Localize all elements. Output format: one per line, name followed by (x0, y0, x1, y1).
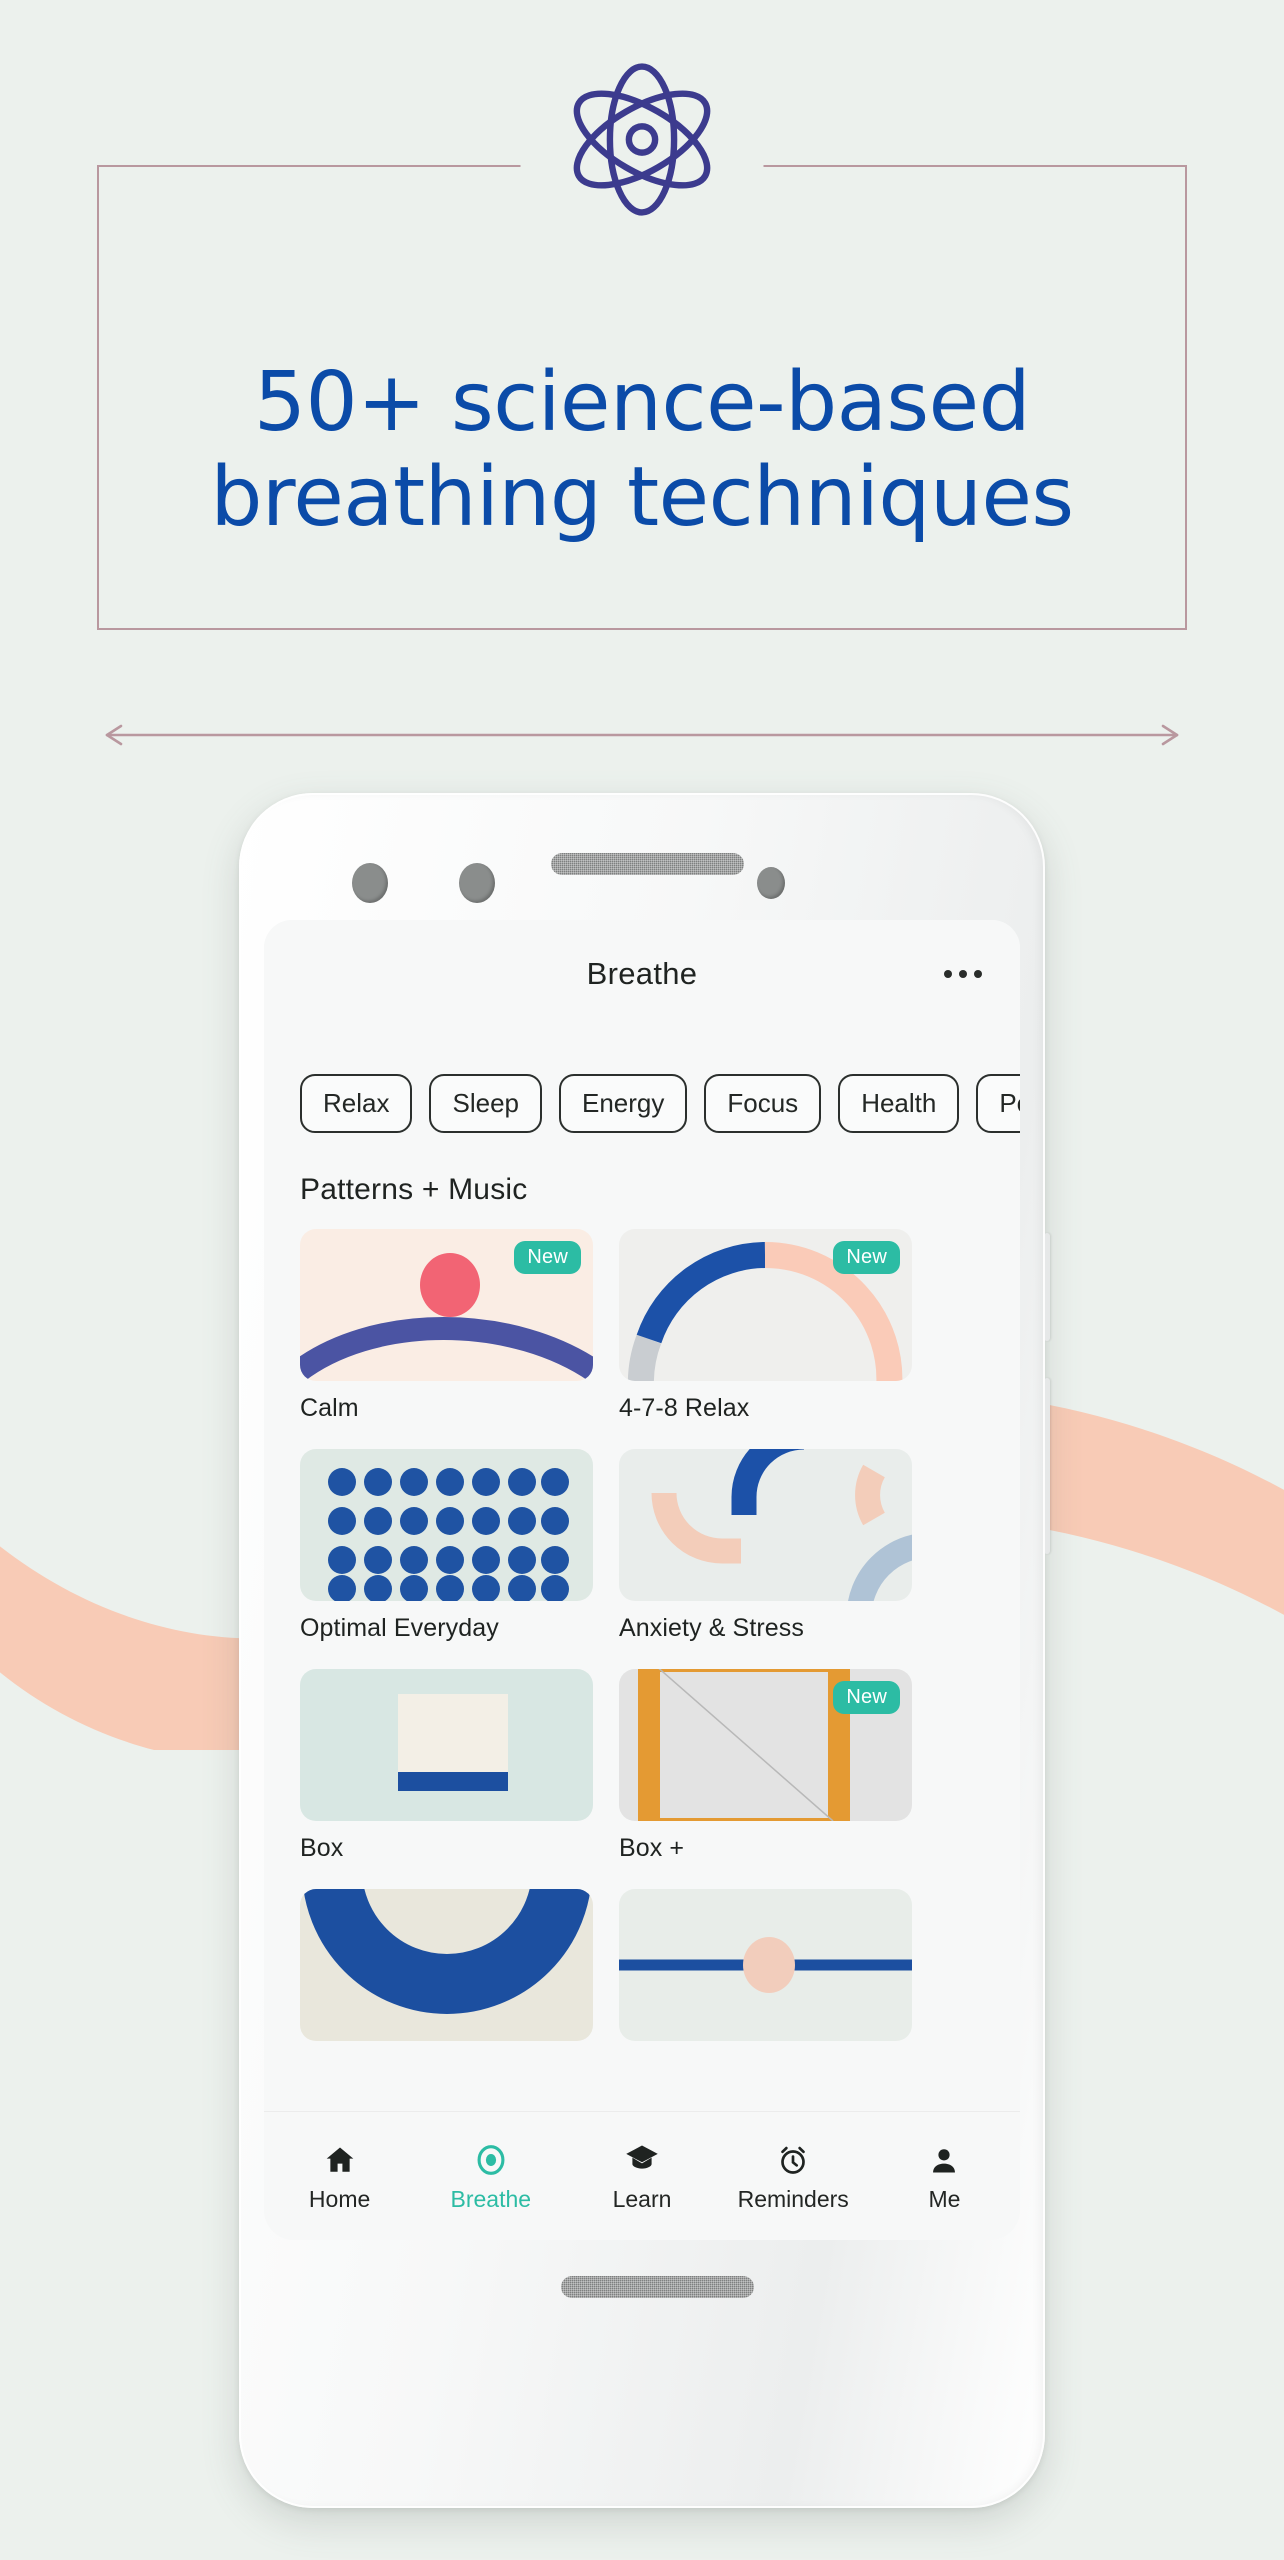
app-bar-title: Breathe (586, 956, 698, 991)
alarm-clock-icon (776, 2139, 810, 2177)
overflow-menu-icon[interactable] (944, 970, 982, 978)
phone-mockup: Breathe Relax Sleep Energy Focus Health … (239, 793, 1050, 2508)
earpiece-speaker (551, 853, 744, 875)
new-badge: New (833, 1681, 900, 1714)
card-thumbnail[interactable] (300, 1669, 593, 1821)
card-thumbnail[interactable] (619, 1889, 912, 2041)
card-optimal-everyday[interactable]: Optimal Everyday (300, 1449, 593, 1643)
section-title: Patterns + Music (300, 1173, 528, 1206)
card-line-dot[interactable] (619, 1889, 912, 2054)
chip-energy[interactable]: Energy (558, 1074, 688, 1133)
card-thumbnail[interactable]: New (300, 1229, 593, 1381)
tab-label: Reminders (737, 2186, 849, 2212)
double-arrow-rule (97, 722, 1187, 748)
chip-relax[interactable]: Relax (300, 1074, 413, 1133)
chip-sleep[interactable]: Sleep (429, 1074, 542, 1133)
card-u-arc[interactable] (300, 1889, 593, 2054)
card-label: 4-7-8 Relax (619, 1394, 750, 1422)
tab-reminders[interactable]: Reminders (718, 2139, 869, 2213)
card-box-plus[interactable]: New Box + (619, 1669, 912, 1863)
card-thumbnail[interactable]: New (619, 1229, 912, 1381)
home-icon (323, 2139, 357, 2177)
card-label: Box (300, 1834, 344, 1862)
atom-icon (520, 52, 764, 227)
tab-learn[interactable]: Learn (566, 2139, 717, 2213)
card-box[interactable]: Box (300, 1669, 593, 1863)
tab-label: Breathe (450, 2186, 532, 2212)
volume-button[interactable] (1044, 1378, 1050, 1554)
card-calm[interactable]: New Calm (300, 1229, 593, 1423)
content-scroll-area[interactable]: Relax Sleep Energy Focus Health Perf Pat… (264, 1028, 1020, 2111)
card-thumbnail[interactable] (300, 1449, 593, 1601)
tab-home[interactable]: Home (264, 2139, 415, 2213)
bottom-speaker (561, 2276, 754, 2298)
breathe-ring-icon (474, 2139, 508, 2177)
sensor-icon (459, 863, 495, 903)
tab-breathe[interactable]: Breathe (415, 2139, 566, 2213)
app-bar: Breathe (264, 920, 1020, 1028)
card-478-relax[interactable]: New 4-7-8 Relax (619, 1229, 912, 1423)
chip-performance[interactable]: Perf (976, 1074, 1020, 1133)
card-label: Calm (300, 1394, 359, 1422)
card-thumbnail[interactable] (300, 1889, 593, 2041)
chip-health[interactable]: Health (838, 1074, 960, 1133)
chip-focus[interactable]: Focus (704, 1074, 822, 1133)
card-label: Optimal Everyday (300, 1614, 499, 1642)
new-badge: New (833, 1241, 900, 1274)
page-title: 50+ science-based breathing techniques (0, 355, 1284, 545)
tab-label: Learn (612, 2186, 672, 2212)
proximity-sensor-icon (757, 867, 785, 899)
card-thumbnail[interactable]: New (619, 1669, 912, 1821)
pattern-card-grid: New Calm New 4-7-8 Relax Optimal Everyda… (264, 1207, 1020, 2054)
headline-line-1: 50+ science-based (253, 354, 1031, 450)
bottom-navigation[interactable]: Home Breathe Learn Reminders Me (264, 2111, 1020, 2240)
phone-screen: Breathe Relax Sleep Energy Focus Health … (264, 920, 1020, 2240)
tab-label: Home (308, 2186, 371, 2212)
category-filter-chips[interactable]: Relax Sleep Energy Focus Health Perf (264, 1028, 1020, 1133)
card-anxiety-stress[interactable]: Anxiety & Stress (619, 1449, 912, 1643)
front-camera-icon (352, 863, 388, 903)
new-badge: New (514, 1241, 581, 1274)
hero-section: 50+ science-based breathing techniques (0, 0, 1284, 780)
card-thumbnail[interactable] (619, 1449, 912, 1601)
card-label: Box + (619, 1834, 685, 1862)
tab-me[interactable]: Me (869, 2139, 1020, 2213)
tab-label: Me (928, 2186, 961, 2212)
person-icon (928, 2139, 960, 2177)
power-button[interactable] (1044, 1233, 1050, 1341)
graduation-cap-icon (624, 2139, 660, 2177)
headline-line-2: breathing techniques (210, 450, 1074, 546)
card-label: Anxiety & Stress (619, 1614, 804, 1642)
